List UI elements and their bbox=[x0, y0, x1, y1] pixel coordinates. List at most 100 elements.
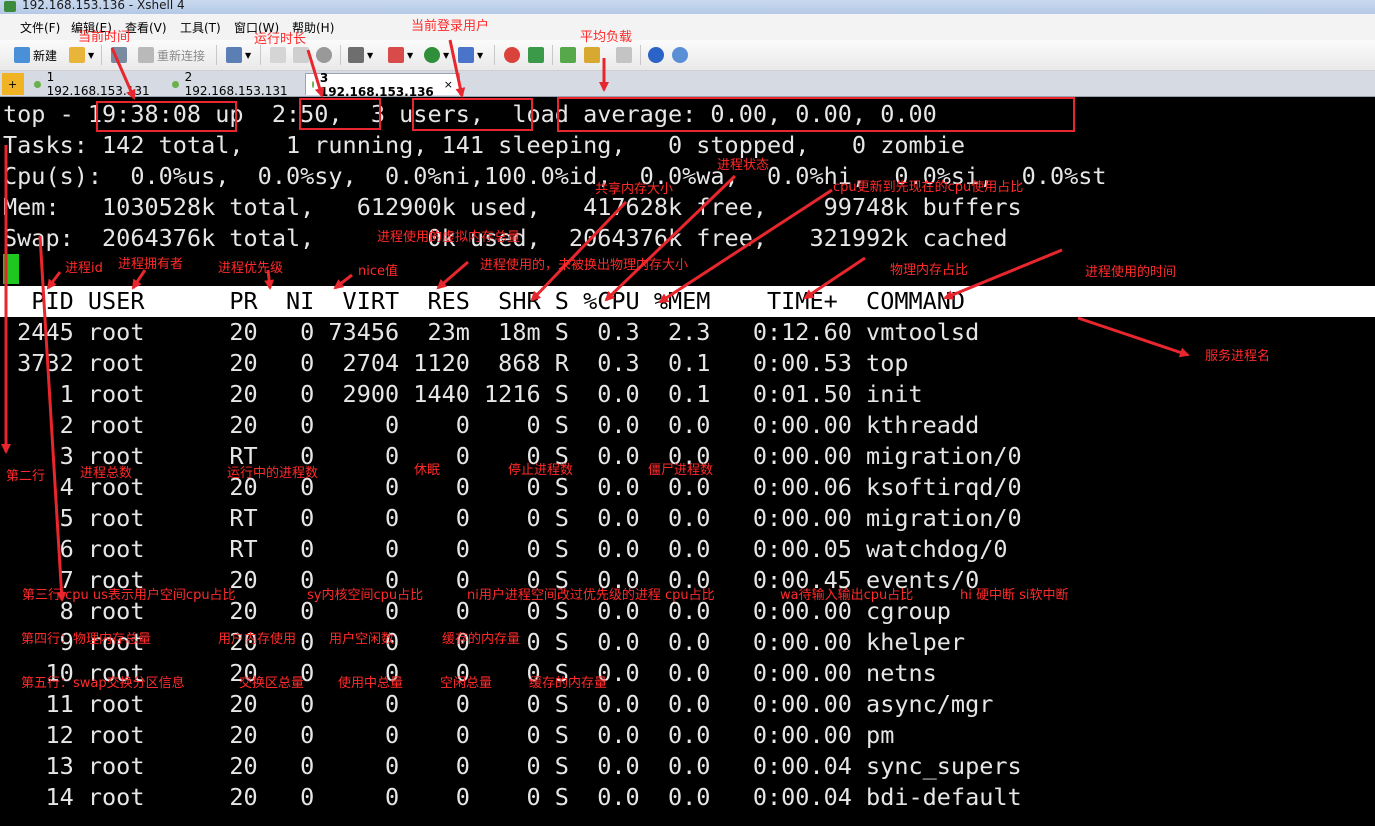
dropdown-arrow-icon: ▼ bbox=[443, 50, 450, 60]
connected-status-icon bbox=[34, 80, 41, 88]
annotation-process-state: 进程状态 bbox=[717, 158, 770, 173]
toolbar-separator bbox=[101, 45, 102, 65]
fullscreen-icon bbox=[560, 47, 576, 63]
new-session-button[interactable]: 新建 bbox=[14, 46, 57, 64]
globe-icon bbox=[424, 47, 440, 63]
chat-button[interactable] bbox=[672, 46, 688, 64]
annotation-line5-used: 使用中总量 bbox=[338, 676, 404, 691]
xftp-button[interactable] bbox=[504, 46, 520, 64]
paste-icon bbox=[293, 47, 309, 63]
annotation-line3-wa: wa待输入输出cpu占比 bbox=[780, 588, 914, 603]
find-button[interactable] bbox=[316, 46, 332, 64]
annotation-line4-used: 用户内存使用 bbox=[218, 632, 297, 647]
copy-button[interactable] bbox=[270, 46, 286, 64]
close-tab-icon[interactable]: × bbox=[444, 78, 453, 91]
annotation-sleep: 休眠 bbox=[414, 463, 441, 478]
help-button[interactable] bbox=[648, 46, 664, 64]
process-table-header: PID USER PR NI VIRT RES SHR S %CPU %MEM … bbox=[0, 286, 1375, 317]
copy-icon bbox=[270, 47, 286, 63]
annotation-priority: 进程优先级 bbox=[218, 261, 284, 276]
annotation-res: 进程使用的，未被换出物理内存大小 bbox=[480, 258, 689, 273]
annotation-mem-share: 物理内存占比 bbox=[890, 263, 969, 278]
annotation-load-average: 平均负载 bbox=[580, 30, 633, 45]
paste-button[interactable] bbox=[293, 46, 309, 64]
properties-button[interactable]: ▼ bbox=[226, 46, 251, 64]
tab-session-1[interactable]: 1 192.168.153.131 bbox=[28, 70, 160, 98]
reconnect-icon bbox=[138, 47, 154, 63]
toolbar-separator bbox=[552, 45, 553, 65]
font-icon bbox=[458, 47, 474, 63]
connected-status-icon bbox=[312, 81, 314, 88]
new-session-icon bbox=[14, 47, 30, 63]
annotation-line3-sy: sy内核空间cpu占比 bbox=[307, 588, 424, 603]
annotation-stopped-proc: 停止进程数 bbox=[508, 463, 574, 478]
session-manager-tab[interactable]: + bbox=[2, 73, 24, 95]
magnifier-icon bbox=[316, 47, 332, 63]
annotation-users: 当前登录用户 bbox=[411, 19, 490, 34]
process-row: 11 root 20 0 0 0 0 S 0.0 0.0 0:00.00 asy… bbox=[3, 690, 994, 718]
annotation-owner: 进程拥有者 bbox=[118, 257, 184, 272]
lock-button[interactable] bbox=[584, 46, 600, 64]
reconnect-label: 重新连接 bbox=[157, 48, 206, 63]
menu-view[interactable]: 查看(V) bbox=[125, 19, 167, 36]
disconnect-icon bbox=[111, 47, 127, 63]
color-scheme-icon bbox=[388, 47, 404, 63]
highlight-users bbox=[412, 98, 533, 131]
process-row: 12 root 20 0 0 0 0 S 0.0 0.0 0:00.00 pm bbox=[3, 721, 895, 749]
toolbar-separator bbox=[494, 45, 495, 65]
transfer-button[interactable] bbox=[528, 46, 544, 64]
toolbar: 新建 ▼ 重新连接 ▼ ▼ ▼ ▼ ▼ bbox=[0, 40, 1375, 71]
new-session-label: 新建 bbox=[33, 48, 58, 63]
annotation-pid: 进程id bbox=[65, 261, 103, 276]
process-header-text: PID USER PR NI VIRT RES SHR S %CPU %MEM … bbox=[3, 287, 966, 315]
highlight-current-time bbox=[96, 101, 237, 132]
tab-label: 2 192.168.153.131 bbox=[184, 70, 288, 98]
process-row: 5 root RT 0 0 0 0 S 0.0 0.0 0:00.00 migr… bbox=[3, 504, 1022, 532]
reconnect-button[interactable]: 重新连接 bbox=[138, 46, 205, 64]
menu-file[interactable]: 文件(F) bbox=[20, 19, 60, 36]
tab-session-2[interactable]: 2 192.168.153.131 bbox=[166, 70, 298, 98]
tab-label: 3 192.168.153.136 bbox=[319, 70, 434, 99]
plus-icon: + bbox=[8, 77, 18, 91]
terminal-screen[interactable]: top - 19:38:08 up 2:50, 3 users, load av… bbox=[0, 97, 1375, 826]
properties-icon bbox=[226, 47, 242, 63]
annotation-shared-mem: 共享内存大小 bbox=[595, 182, 674, 197]
encoding-button[interactable]: ▼ bbox=[424, 46, 449, 64]
annotation-nice: nice值 bbox=[358, 264, 398, 279]
dropdown-arrow-icon: ▼ bbox=[477, 50, 484, 60]
highlight-uptime bbox=[299, 98, 381, 130]
dropdown-arrow-icon: ▼ bbox=[407, 50, 414, 60]
menu-bar: 文件(F) 编辑(E) 查看(V) 工具(T) 窗口(W) 帮助(H) bbox=[0, 14, 1375, 41]
keyboard-icon bbox=[616, 47, 632, 63]
top-summary-line-2: Tasks: 142 total, 1 running, 141 sleepin… bbox=[3, 131, 966, 159]
annotation-running-proc: 运行中的进程数 bbox=[227, 466, 319, 481]
process-row: 2 root 20 0 0 0 0 S 0.0 0.0 0:00.00 kthr… bbox=[3, 411, 980, 439]
annotation-line3-hi: hi 硬中断 si软中断 bbox=[960, 588, 1069, 603]
annotation-line4-free: 用户空闲数 bbox=[329, 632, 395, 647]
menu-tools[interactable]: 工具(T) bbox=[180, 19, 221, 36]
annotation-virt: 进程使用的虚拟内存总量 bbox=[377, 230, 521, 245]
toolbar-separator bbox=[640, 45, 641, 65]
transfer-icon bbox=[528, 47, 544, 63]
lock-icon bbox=[584, 47, 600, 63]
tab-label: 1 192.168.153.131 bbox=[46, 70, 150, 98]
annotation-current-time: 当前时间 bbox=[78, 30, 131, 45]
disconnect-button[interactable] bbox=[111, 46, 127, 64]
dropdown-arrow-icon: ▼ bbox=[88, 50, 95, 60]
help-icon bbox=[648, 47, 664, 63]
annotation-line3-us: 第三行 cpu us表示用户空间cpu占比 bbox=[22, 588, 236, 603]
tab-session-3[interactable]: 3 192.168.153.136 × bbox=[305, 71, 460, 99]
color-scheme-button[interactable]: ▼ bbox=[388, 46, 413, 64]
keyboard-button[interactable] bbox=[616, 46, 632, 64]
print-button[interactable]: ▼ bbox=[348, 46, 373, 64]
toolbar-separator bbox=[340, 45, 341, 65]
process-row: 14 root 20 0 0 0 0 S 0.0 0.0 0:00.04 bdi… bbox=[3, 783, 1022, 811]
fullscreen-button[interactable] bbox=[560, 46, 576, 64]
open-button[interactable]: ▼ bbox=[69, 46, 94, 64]
annotation-zombie-proc: 僵尸进程数 bbox=[648, 463, 714, 478]
xftp-icon bbox=[504, 47, 520, 63]
font-button[interactable]: ▼ bbox=[458, 46, 483, 64]
highlight-load-average bbox=[557, 97, 1075, 132]
annotation-cpu-share: cpu更新到先现在的cpu使用占比 bbox=[833, 180, 1024, 195]
window-title: 192.168.153.136 - Xshell 4 bbox=[22, 0, 185, 12]
